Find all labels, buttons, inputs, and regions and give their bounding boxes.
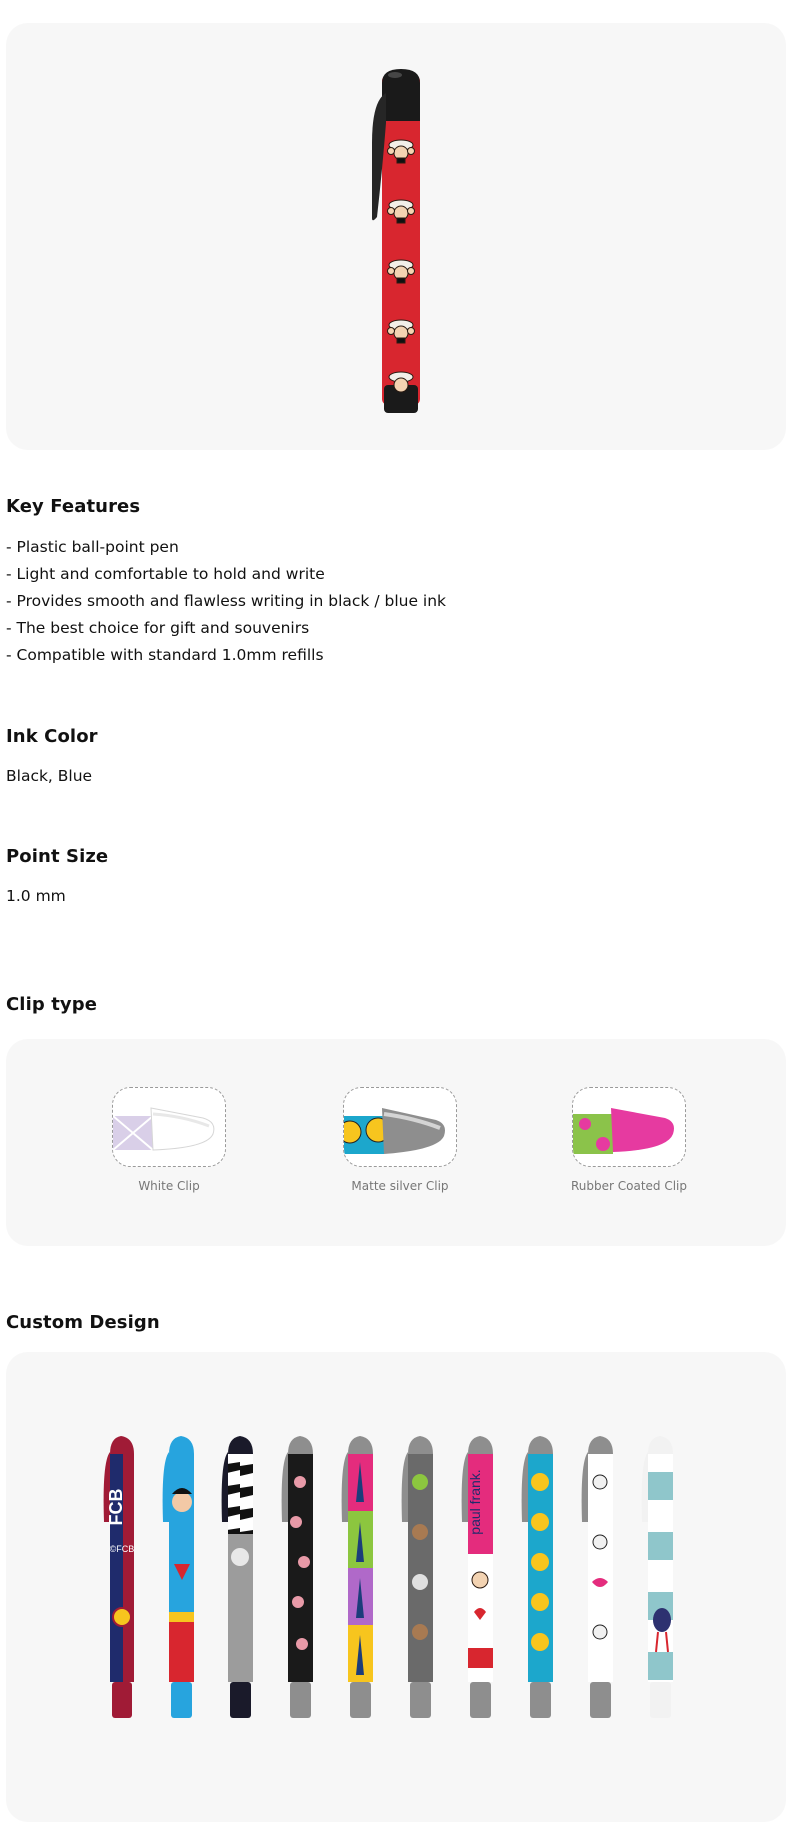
pen-smileys [521,1436,553,1718]
white-clip-icon [112,1087,226,1167]
custom-designs-image: FCB ©FCB paul frank. [103,1436,673,1718]
key-features-list: - Plastic ball-point pen - Light and com… [6,534,446,669]
fcb-text: FCB [106,1489,126,1526]
clip-option-matte-silver[interactable]: Matte silver Clip [320,1087,480,1193]
feature-item: - Compatible with standard 1.0mm refills [6,646,324,664]
custom-design-title: Custom Design [6,1312,160,1333]
pen-owls [401,1436,433,1718]
pen-paris [341,1436,373,1718]
clip-label: White Clip [138,1179,200,1193]
feature-item: - Plastic ball-point pen [6,538,179,556]
ink-color-value: Black, Blue [6,767,93,785]
pen-roses [281,1436,313,1718]
clip-type-panel: White Clip Matte silver Clip Rubber Coat… [6,1039,786,1246]
pen-fcb: FCB ©FCB [103,1436,135,1718]
paul-frank-text: paul frank. [467,1469,483,1534]
product-pen-image [372,69,420,413]
product-image-panel [6,23,786,450]
feature-item: - Light and comfortable to hold and writ… [6,565,325,583]
pen-kitty [581,1436,613,1718]
pen-marilyn [221,1436,253,1718]
pen-superman [162,1436,194,1718]
clip-type-title: Clip type [6,994,98,1015]
clip-option-rubber-coated[interactable]: Rubber Coated Clip [549,1087,709,1193]
clip-label: Rubber Coated Clip [570,1179,688,1193]
feature-item: - The best choice for gift and souvenirs [6,619,310,637]
key-features-title: Key Features [6,496,141,517]
rubber-coated-clip-icon [572,1087,686,1167]
ink-color-title: Ink Color [6,726,98,747]
feature-item: - Provides smooth and flawless writing i… [6,592,447,610]
clip-option-white[interactable]: White Clip [89,1087,249,1193]
matte-silver-clip-icon [343,1087,457,1167]
clip-label: Matte silver Clip [351,1179,449,1193]
fcb-small-text: ©FCB [110,1544,135,1554]
point-size-title: Point Size [6,846,109,867]
pen-paul-frank: paul frank. [461,1436,493,1718]
point-size-value: 1.0 mm [6,887,66,905]
pen-stripes-bird [641,1436,673,1718]
custom-design-panel: FCB ©FCB paul frank. [6,1352,786,1822]
